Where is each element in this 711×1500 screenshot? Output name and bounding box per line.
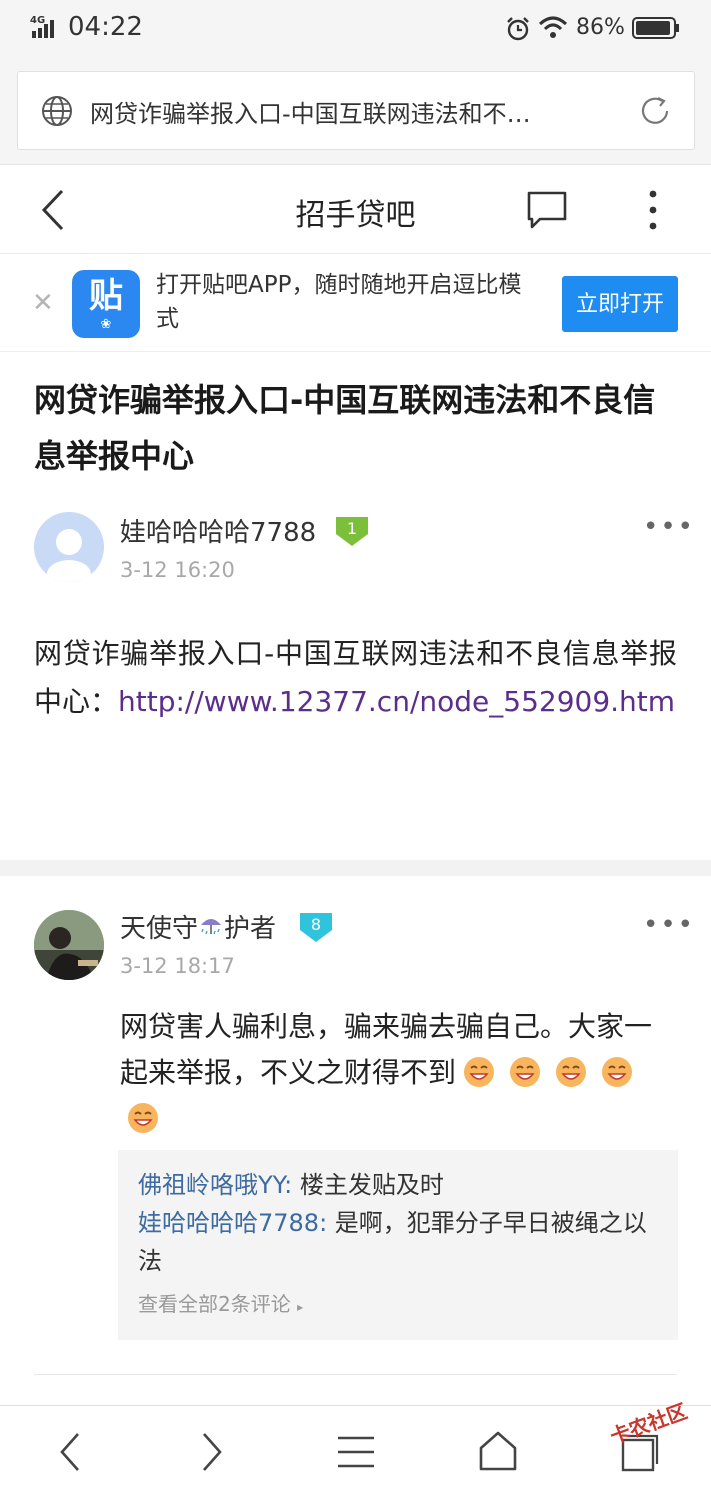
reply-level-number: 8 [311, 915, 321, 934]
banner-message: 打开贴吧APP，随时随地开启逗比模式 [156, 272, 522, 332]
divider [34, 1374, 677, 1375]
post-content: 网贷诈骗举报入口-中国互联网违法和不良信息举报中心：http://www.123… [34, 630, 677, 726]
emoji-icon [602, 1057, 633, 1087]
view-all-label: 查看全部2条评论 [138, 1292, 291, 1316]
paw-icon: ❀ [100, 317, 112, 332]
comment-icon[interactable] [526, 190, 568, 230]
sub-comment-box[interactable]: 佛祖岭咯哦YY: 楼主发贴及时 娃哈哈哈哈7788: 是啊，犯罪分子早日被绳之以… [118, 1150, 678, 1340]
reply-content: 网贷害人骗利息，骗来骗去骗自己。大家一起来举报，不义之财得不到 [120, 1004, 678, 1142]
logo-text: 贴 [89, 276, 123, 316]
tieba-logo: 贴 ❀ [72, 270, 140, 338]
battery-percent: 86% [576, 15, 625, 40]
post-time: 3-12 16:20 [120, 558, 235, 582]
nav-forward-icon[interactable] [198, 1430, 226, 1474]
home-icon[interactable] [478, 1430, 518, 1472]
wifi-icon [538, 16, 568, 38]
more-icon[interactable] [640, 188, 666, 232]
reply-time: 3-12 18:17 [120, 954, 235, 978]
level-badge: 1 [334, 514, 370, 548]
view-all-comments-link[interactable]: 查看全部2条评论 ▸ [138, 1288, 658, 1317]
page-title: 招手贷吧 [295, 198, 416, 233]
clock-time: 04:22 [68, 12, 143, 42]
author-name[interactable]: 娃哈哈哈哈7788 [120, 512, 316, 549]
sub-comment-user[interactable]: 佛祖岭咯哦YY: [138, 1171, 292, 1199]
chevron-right-icon: ▸ [297, 1300, 304, 1314]
svg-text:4G: 4G [30, 15, 45, 26]
browser-url-area: 网贷诈骗举报入口-中国互联网违法和不… [0, 58, 711, 165]
emoji-icon [510, 1057, 541, 1087]
avatar[interactable] [34, 512, 104, 582]
umbrella-icon [198, 913, 224, 944]
report-link[interactable]: http://www.12377.cn/node_552909.htm [118, 685, 675, 718]
globe-icon [42, 96, 72, 126]
url-bar[interactable]: 网贷诈骗举报入口-中国互联网违法和不… [17, 71, 695, 150]
browser-bottom-bar [0, 1405, 711, 1500]
nav-back-icon[interactable] [56, 1430, 84, 1474]
reply-author-name-part2: 护者 [224, 914, 277, 944]
reply-level-badge: 8 [298, 910, 334, 944]
status-bar: 4G 04:22 86% [0, 0, 711, 58]
reply-avatar[interactable] [34, 910, 104, 980]
battery-icon [632, 17, 679, 39]
avatar-photo-icon [34, 910, 104, 980]
reply-author-name[interactable]: 天使守 护者 [120, 908, 276, 945]
post-more-icon[interactable]: ••• [643, 512, 695, 542]
sub-comment: 佛祖岭咯哦YY: 楼主发贴及时 [138, 1166, 658, 1204]
sub-comment-user[interactable]: 娃哈哈哈哈7788: [138, 1209, 327, 1237]
url-text[interactable]: 网贷诈骗举报入口-中国互联网违法和不… [90, 94, 610, 129]
close-icon[interactable]: ✕ [32, 288, 54, 318]
reply-more-icon[interactable]: ••• [643, 910, 695, 940]
signal-icon: 4G [30, 15, 54, 38]
thread-title: 网贷诈骗举报入口-中国互联网违法和不良信息举报中心 [34, 381, 656, 475]
sub-comment-text: 楼主发贴及时 [292, 1171, 444, 1199]
alarm-icon [507, 17, 529, 41]
emoji-icon [128, 1103, 158, 1133]
menu-icon[interactable] [336, 1434, 376, 1470]
reload-icon[interactable] [636, 92, 674, 130]
top-navigation: 招手贷吧 [0, 166, 711, 254]
emoji-icon [464, 1057, 495, 1087]
open-app-button[interactable]: 立即打开 [562, 276, 678, 332]
sub-comment: 娃哈哈哈哈7788: 是啊，犯罪分子早日被绳之以法 [138, 1204, 658, 1280]
emoji-icon [556, 1057, 587, 1087]
default-avatar-icon [47, 529, 91, 582]
app-download-banner: ✕ 贴 ❀ 打开贴吧APP，随时随地开启逗比模式 立即打开 [0, 254, 711, 352]
level-number: 1 [347, 519, 357, 538]
section-divider [0, 860, 711, 876]
reply-author-name-part1: 天使守 [120, 914, 199, 944]
